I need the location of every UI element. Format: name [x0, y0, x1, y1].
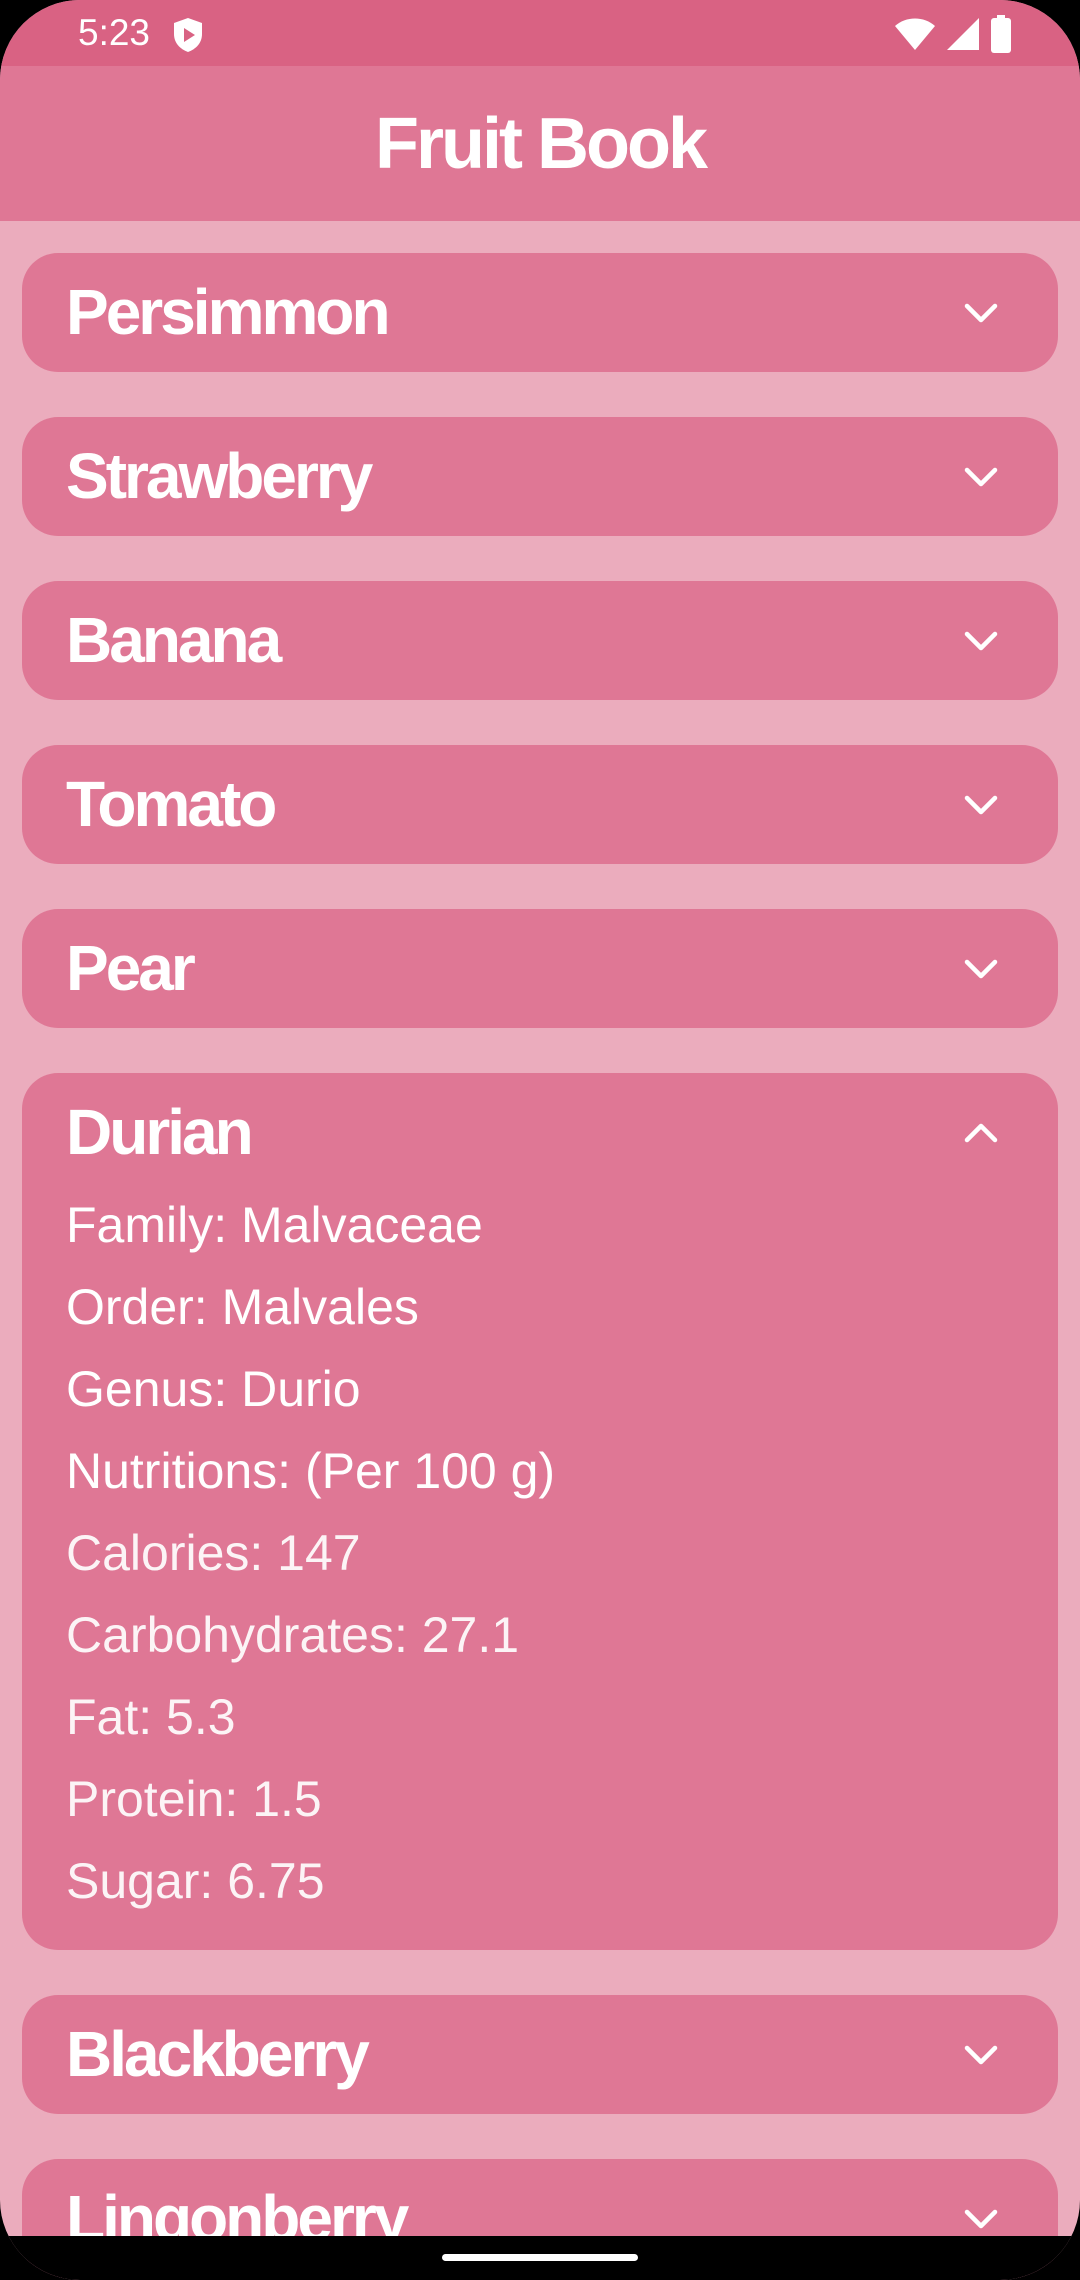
fruit-list: Persimmon Strawberry Banana Tomato Pear …: [22, 253, 1058, 2280]
chevron-down-icon[interactable]: [962, 458, 1000, 496]
chevron-down-icon[interactable]: [962, 2200, 1000, 2238]
chevron-down-icon[interactable]: [962, 950, 1000, 988]
fruit-card-blackberry[interactable]: Blackberry: [22, 1995, 1058, 2114]
sugar-text: Sugar: 6.75: [66, 1853, 325, 1909]
wifi-icon: [895, 18, 935, 50]
genus-text: Genus: Durio: [66, 1361, 361, 1417]
fruit-name: Banana: [66, 604, 282, 676]
fruit-card-header[interactable]: Durian: [22, 1073, 1058, 1192]
fruit-name: Blackberry: [66, 2018, 370, 2090]
chevron-down-icon[interactable]: [962, 786, 1000, 824]
nutritions-heading: Nutritions: (Per 100 g): [66, 1443, 556, 1499]
family-text: Family: Malvaceae: [66, 1197, 483, 1253]
fruit-name: Durian: [66, 1096, 254, 1168]
battery-icon: [991, 15, 1011, 53]
phone-screen: 5:23 Fruit Book Persimmon Strawberry Ban…: [0, 0, 1080, 2280]
app-title: Fruit Book: [375, 103, 708, 184]
app-bar: Fruit Book: [0, 66, 1080, 221]
calories-text: Calories: 147: [66, 1525, 361, 1581]
fruit-card-banana[interactable]: Banana: [22, 581, 1058, 700]
navigation-bar: [0, 2236, 1080, 2280]
fruit-card-tomato[interactable]: Tomato: [22, 745, 1058, 864]
fruit-card-header[interactable]: Persimmon: [22, 253, 1058, 372]
fruit-name: Pear: [66, 932, 196, 1004]
fruit-card-persimmon[interactable]: Persimmon: [22, 253, 1058, 372]
order-text: Order: Malvales: [66, 1279, 419, 1335]
fruit-name: Strawberry: [66, 440, 373, 512]
carbohydrates-text: Carbohydrates: 27.1: [66, 1607, 520, 1663]
fruit-name: Persimmon: [66, 276, 391, 348]
fruit-card-header[interactable]: Strawberry: [22, 417, 1058, 536]
fruit-card-durian[interactable]: Durian Family: Malvaceae Order: Malvales…: [22, 1073, 1058, 1950]
fruit-card-strawberry[interactable]: Strawberry: [22, 417, 1058, 536]
signal-icon: [947, 18, 979, 50]
fruit-card-header[interactable]: Tomato: [22, 745, 1058, 864]
chevron-down-icon[interactable]: [962, 294, 1000, 332]
fat-text: Fat: 5.3: [66, 1689, 236, 1745]
fruit-name: Tomato: [66, 768, 277, 840]
chevron-down-icon[interactable]: [962, 622, 1000, 660]
status-bar: 5:23: [0, 0, 1080, 66]
chevron-up-icon[interactable]: [962, 1114, 1000, 1152]
shield-icon: [174, 18, 202, 52]
fruit-card-header[interactable]: Banana: [22, 581, 1058, 700]
fruit-card-header[interactable]: Blackberry: [22, 1995, 1058, 2114]
status-icons: [894, 15, 1012, 53]
status-time: 5:23: [78, 12, 151, 53]
home-gesture-handle[interactable]: [442, 2254, 638, 2261]
fruit-card-header[interactable]: Pear: [22, 909, 1058, 1028]
protein-text: Protein: 1.5: [66, 1771, 322, 1827]
chevron-down-icon[interactable]: [962, 2036, 1000, 2074]
fruit-details: Family: Malvaceae Order: Malvales Genus:…: [22, 1184, 1058, 1950]
fruit-card-pear[interactable]: Pear: [22, 909, 1058, 1028]
